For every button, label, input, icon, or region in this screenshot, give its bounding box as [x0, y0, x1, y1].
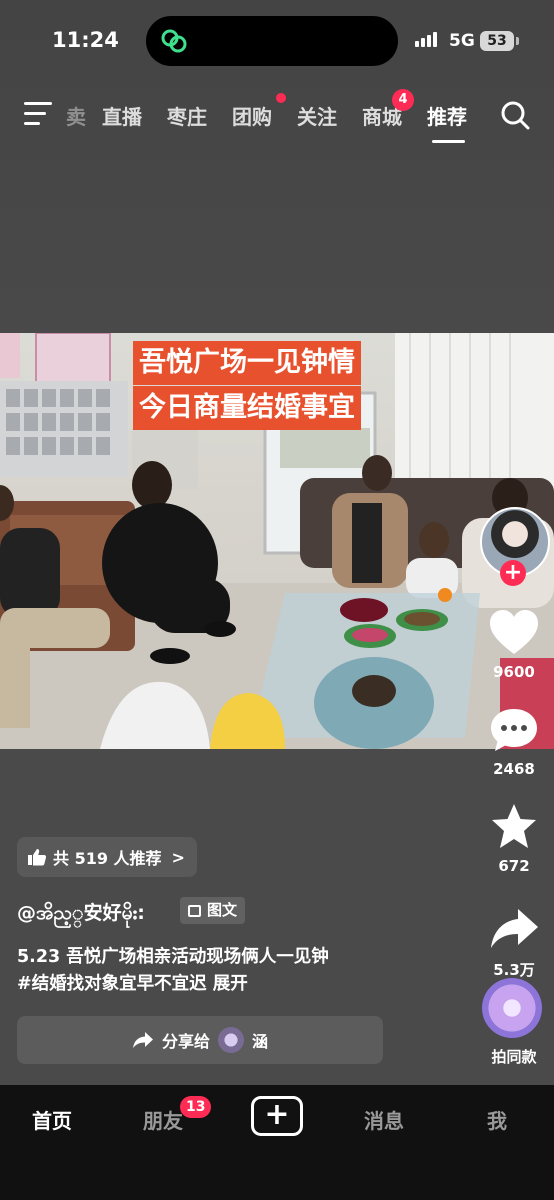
like-count: 9600: [493, 663, 535, 681]
post-type-label: 图文: [207, 901, 238, 919]
video-caption-line2: 今日商量结婚事宜: [133, 386, 361, 430]
friend-avatar: [218, 1027, 244, 1053]
tab-following[interactable]: 关注: [297, 101, 337, 130]
tab-group-buy[interactable]: 团购: [232, 101, 272, 130]
mall-badge: 4: [392, 89, 414, 111]
heart-icon[interactable]: [488, 609, 540, 657]
post-type-tag: 图文: [180, 897, 246, 924]
share-label: 分享给: [161, 1032, 210, 1051]
star-icon[interactable]: [488, 803, 540, 851]
music-disc-icon[interactable]: [482, 978, 542, 1038]
share-count: 5.3万: [493, 961, 535, 979]
signal-icon: [415, 32, 437, 47]
tab-shop-partial[interactable]: 卖: [66, 101, 86, 130]
search-icon[interactable]: [499, 99, 531, 131]
tab-local[interactable]: 枣庄: [167, 101, 207, 130]
video-caption-line1: 吾悦广场一见钟情: [133, 341, 361, 385]
battery-icon: 53: [480, 31, 514, 51]
thumbs-up-icon: [28, 849, 47, 866]
author-name[interactable]: @အိည့္安好မိုး:: [17, 898, 145, 929]
description-line1: 5.23 吾悦广场相亲活动现场俩人一见钟: [17, 947, 329, 967]
friends-badge: 13: [180, 1096, 212, 1118]
share-arrow-icon[interactable]: [488, 905, 540, 953]
description-line2: #结婚找对象宜早不宜迟 展开: [17, 974, 248, 994]
recommend-pill[interactable]: 共 519 人推荐 >: [17, 837, 197, 877]
recommend-text: 共 519 人推荐: [53, 849, 162, 868]
create-button[interactable]: +: [251, 1096, 303, 1136]
tab-friends[interactable]: 朋友: [143, 1105, 183, 1134]
active-tab-indicator: [432, 140, 465, 143]
image-text-icon: [188, 904, 201, 917]
tab-recommend[interactable]: 推荐: [427, 101, 467, 130]
post-description[interactable]: 5.23 吾悦广场相亲活动现场俩人一见钟 #结婚找对象宜早不宜迟 展开: [17, 944, 467, 998]
tab-home[interactable]: 首页: [32, 1105, 72, 1134]
tab-messages[interactable]: 消息: [364, 1105, 404, 1134]
follow-button[interactable]: +: [500, 560, 526, 586]
chevron-right-icon: >: [171, 847, 185, 867]
status-time: 11:24: [52, 28, 119, 52]
link-app-icon: [161, 29, 187, 53]
favorite-count: 672: [498, 857, 530, 875]
tab-live[interactable]: 直播: [102, 101, 142, 130]
top-nav: 卖 直播 枣庄 团购 关注 商城 推荐: [0, 101, 554, 131]
share-arrow-small-icon: [132, 1032, 153, 1048]
battery-tip: [516, 37, 519, 45]
comment-icon[interactable]: [488, 706, 540, 754]
network-type: 5G: [449, 31, 475, 51]
video-frame[interactable]: 吾悦广场一见钟情 今日商量结婚事宜: [0, 333, 554, 749]
same-style-label[interactable]: 拍同款: [474, 1046, 554, 1067]
dynamic-island: [146, 16, 398, 66]
group-buy-dot: [276, 93, 286, 103]
tab-me[interactable]: 我: [487, 1105, 507, 1134]
share-to-friend-button[interactable]: 分享给 涵: [17, 1016, 383, 1064]
friend-name: 涵: [252, 1032, 269, 1051]
comment-count: 2468: [493, 760, 535, 778]
